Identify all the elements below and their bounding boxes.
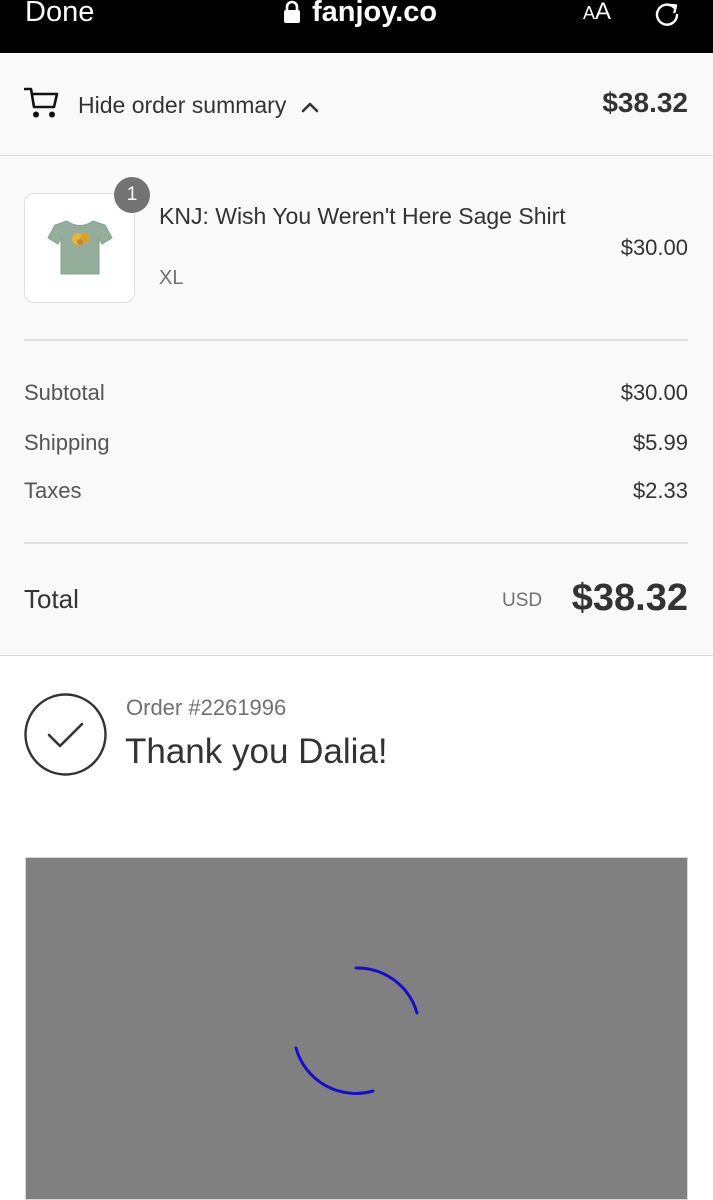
order-number: Order #2261996 [126,695,287,720]
product-thumbnail [24,193,135,303]
chevron-up-icon [301,102,319,113]
summary-total-price: $38.32 [602,87,688,118]
taxes-value: $2.33 [632,478,688,503]
url-text: fanjoy.co [312,0,438,28]
text-size-small-label: A [583,3,596,23]
subtotal-label: Subtotal [24,380,105,405]
total-label: Total [24,584,79,614]
divider [24,542,688,544]
text-size-large-label: A [595,0,612,25]
lock-icon [284,0,300,23]
map-container[interactable] [25,857,688,1200]
taxes-label: Taxes [24,478,82,503]
product-name: KNJ: Wish You Weren't Here Sage Shirt [159,203,566,229]
order-summary-toggle[interactable]: Hide order summary $38.32 [0,53,713,156]
summary-bottom-border [0,655,713,656]
quantity-badge: 1 [114,177,150,213]
address-bar[interactable]: fanjoy.co [282,0,437,30]
cart-icon [24,87,59,118]
total-value: $38.32 [571,577,688,619]
spinner-icon [294,966,419,1095]
toggle-summary-label: Hide order summary [78,91,319,119]
done-button[interactable]: Done [25,0,94,30]
browser-toolbar: Done fanjoy.co AA [0,0,713,53]
tshirt-icon [47,220,113,275]
shipping-value: $5.99 [632,430,688,455]
reload-icon[interactable] [652,0,682,30]
order-summary: Hide order summary $38.32 1 KNJ: Wish Yo… [0,53,713,656]
subtotal-value: $30.00 [620,380,688,405]
thank-you-heading: Thank you Dalia! [125,732,388,771]
product-price: $30.00 [620,235,688,260]
total-currency: USD [502,590,543,611]
toggle-summary-text: Hide order summary [78,92,287,118]
shipping-label: Shipping [24,430,110,455]
product-variant: XL [159,267,184,289]
check-circle-icon [24,693,107,776]
divider [24,339,688,341]
text-size-button[interactable]: AA [583,0,611,29]
